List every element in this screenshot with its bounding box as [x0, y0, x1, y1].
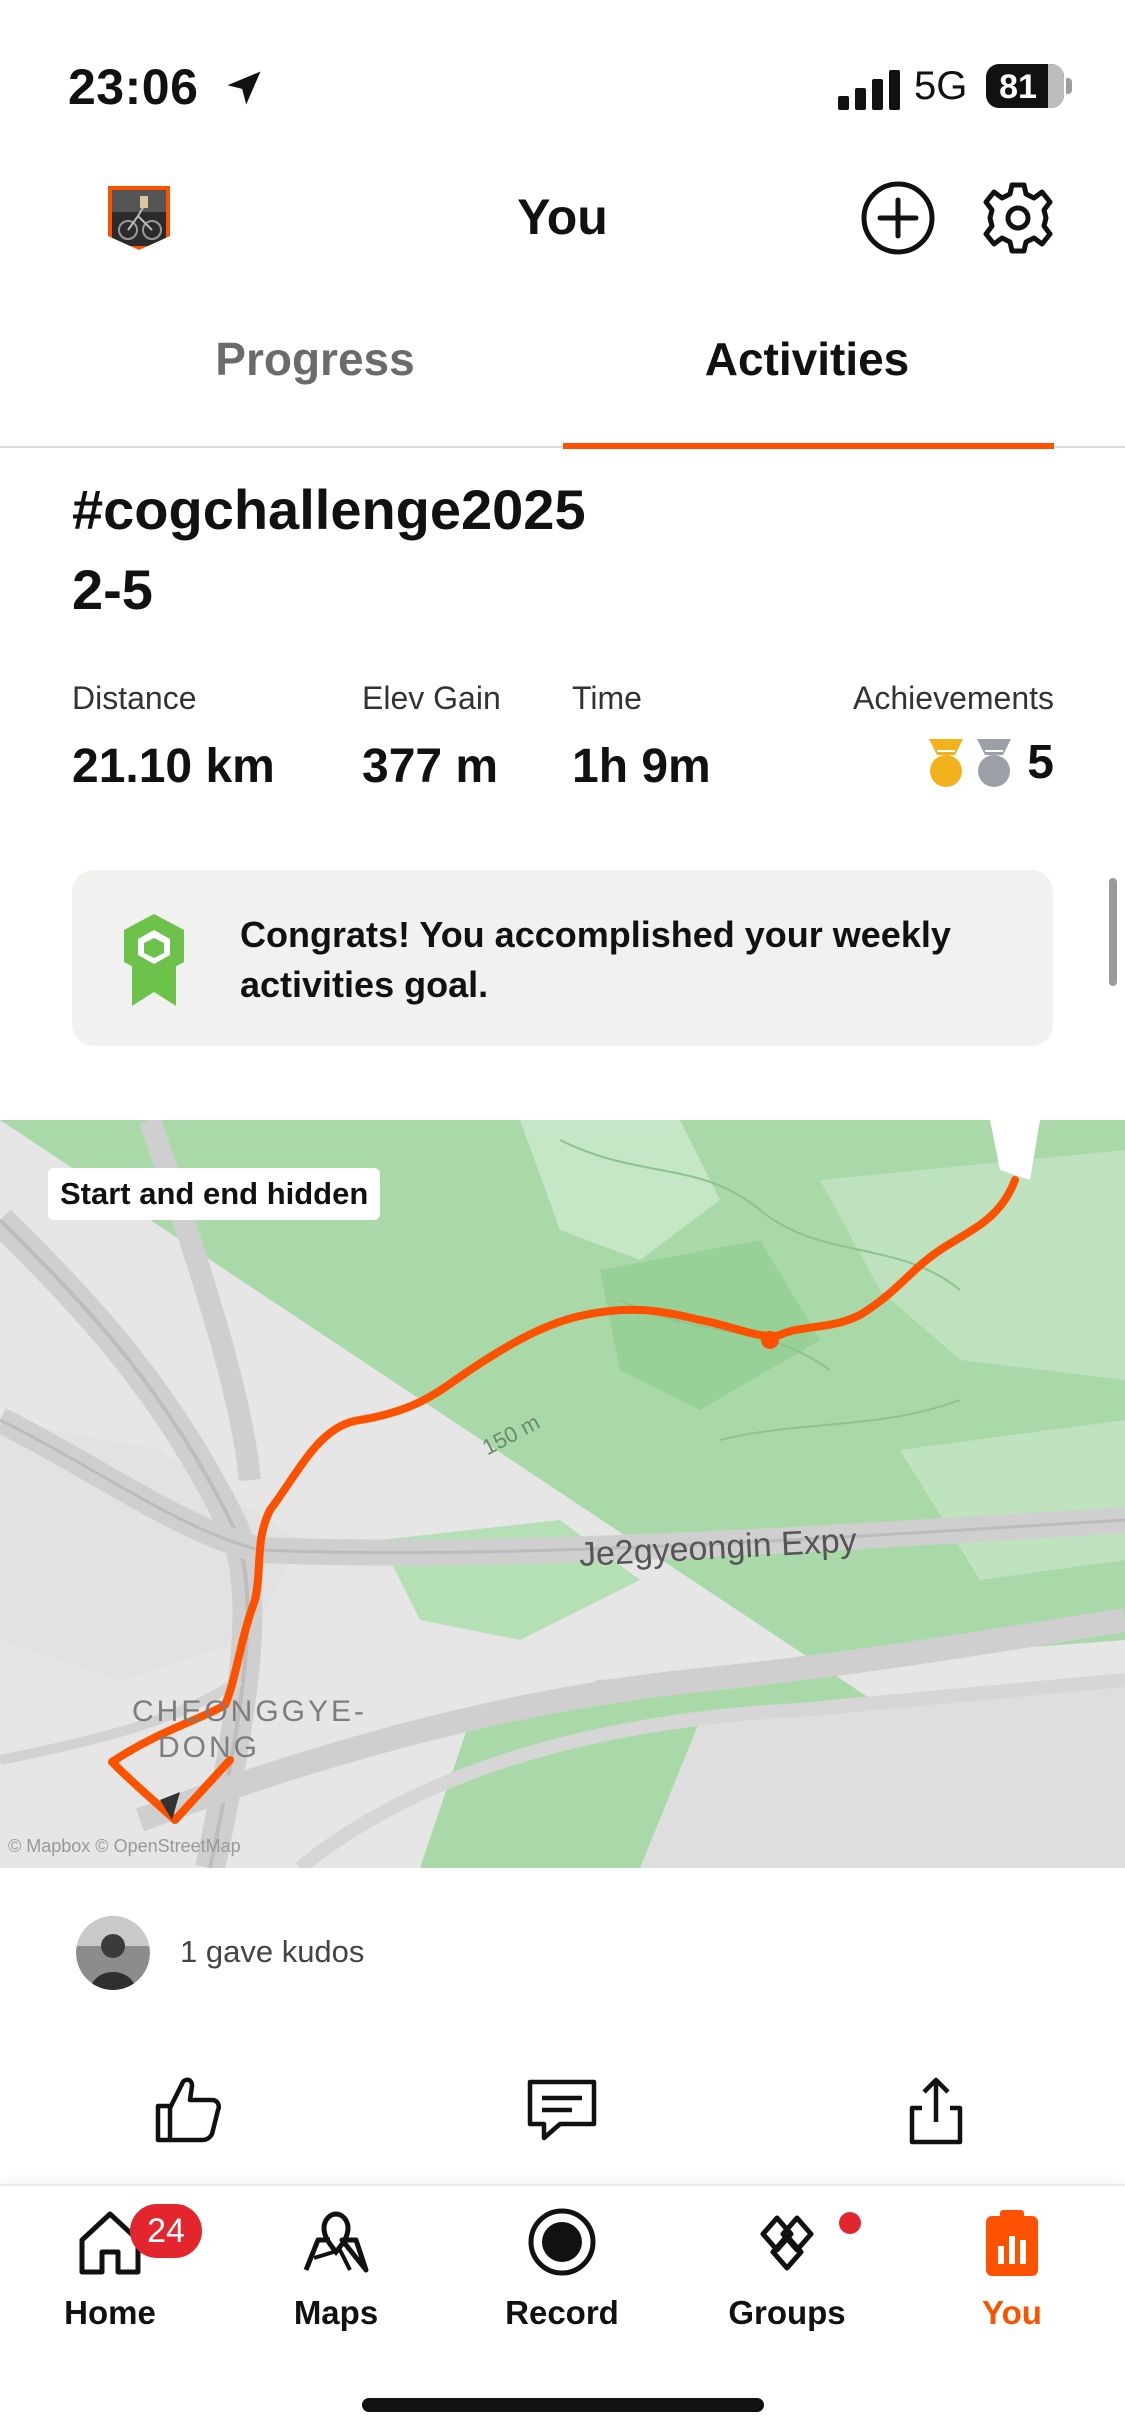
you-clipboard-icon — [986, 2210, 1038, 2276]
route-map[interactable]: Start and end hidden 150 m Je2gyeongin E… — [0, 1120, 1125, 1868]
battery-level: 81 — [999, 68, 1037, 106]
nav-groups[interactable]: Groups — [707, 2206, 867, 2336]
battery-icon: 81 — [986, 64, 1064, 108]
stat-elev-gain: Elev Gain 377 m — [362, 680, 501, 794]
groups-icon — [760, 2215, 814, 2271]
new-activity-dot — [839, 2212, 861, 2234]
stat-value: 377 m — [362, 740, 499, 793]
privacy-badge: Start and end hidden — [48, 1168, 381, 1220]
stat-label: Elev Gain — [362, 680, 501, 716]
maps-icon — [303, 2211, 369, 2273]
nav-record[interactable]: Record — [482, 2206, 642, 2336]
stat-value: 1h 9m — [572, 740, 711, 793]
notification-badge: 24 — [130, 2204, 202, 2258]
activity-title[interactable]: #cogchallenge2025 2-5 — [72, 470, 872, 630]
tab-activities[interactable]: Activities — [526, 332, 1088, 386]
gold-medal-icon — [929, 738, 964, 787]
avatar — [76, 1916, 150, 1990]
stat-label: Distance — [72, 680, 197, 716]
stat-label: Time — [572, 680, 642, 716]
nav-label: Home — [64, 2294, 156, 2331]
nav-you[interactable]: You — [932, 2206, 1092, 2336]
kudos-text: 1 gave kudos — [180, 1934, 365, 1969]
stat-label: Achievements — [853, 680, 1054, 716]
app-header: You — [0, 170, 1125, 290]
active-tab-indicator — [563, 443, 1054, 449]
stat-value: 21.10 km — [72, 740, 275, 793]
status-time: 23:06 — [68, 59, 199, 115]
network-type: 5G — [914, 64, 968, 108]
kudos-row[interactable]: 1 gave kudos — [76, 1916, 676, 1992]
location-arrow-icon — [227, 71, 261, 105]
nav-label: Groups — [728, 2294, 846, 2331]
profile-tabs: Progress Activities — [0, 300, 1125, 449]
nav-maps[interactable]: Maps — [256, 2206, 416, 2336]
share-icon[interactable] — [896, 2070, 976, 2150]
activity-actions — [0, 2070, 1125, 2150]
stat-time: Time 1h 9m — [572, 680, 711, 794]
goal-message: Congrats! You accomplished your weekly a… — [240, 914, 951, 1005]
map-attribution[interactable]: © Mapbox © OpenStreetMap — [8, 1836, 241, 1857]
nav-label: You — [982, 2294, 1042, 2331]
achievement-count: 5 — [1027, 736, 1054, 789]
battery-tip — [1066, 78, 1072, 94]
home-indicator — [362, 2398, 764, 2412]
district-label: CHEONGGYE- DONG — [132, 1694, 367, 1766]
weekly-goal-card[interactable]: Congrats! You accomplished your weekly a… — [72, 870, 1053, 1046]
tab-progress[interactable]: Progress — [34, 332, 596, 386]
stat-distance: Distance 21.10 km — [72, 680, 275, 794]
goal-badge-icon — [124, 914, 184, 1006]
district-line1: CHEONGGYE- — [132, 1695, 368, 1728]
nav-home[interactable]: 24 Home — [30, 2204, 202, 2336]
add-icon[interactable] — [858, 178, 938, 258]
district-line2: DONG — [158, 1731, 260, 1764]
route-marker — [761, 1331, 779, 1349]
status-bar: 23:06 5G 81 — [0, 0, 1125, 170]
record-icon — [528, 2208, 596, 2276]
cellular-signal-icon — [838, 70, 900, 110]
stat-achievements[interactable]: Achievements 5 — [853, 680, 1054, 790]
nav-label: Record — [505, 2294, 619, 2331]
comment-icon[interactable] — [522, 2070, 602, 2150]
thumbs-up-icon[interactable] — [148, 2070, 228, 2150]
settings-gear-icon[interactable] — [978, 178, 1058, 258]
activity-title-line1: #cogchallenge2025 — [72, 478, 586, 541]
silver-medal-icon — [977, 738, 1012, 787]
activity-stats: Distance 21.10 km Elev Gain 377 m Time 1… — [72, 680, 1054, 800]
scrollbar[interactable] — [1109, 878, 1117, 986]
page-title: You — [517, 189, 608, 245]
nav-label: Maps — [293, 2294, 379, 2331]
activity-title-line2: 2-5 — [72, 558, 153, 621]
